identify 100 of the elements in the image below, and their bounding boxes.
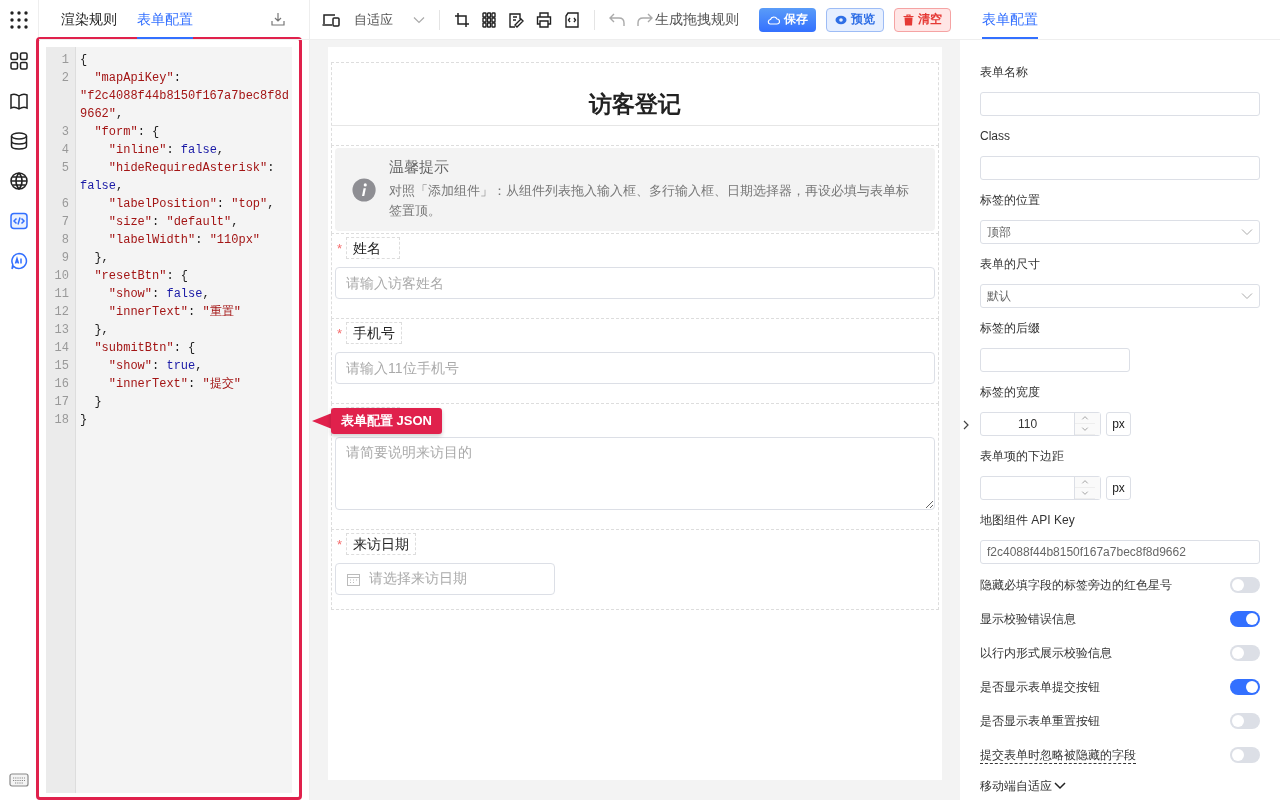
code-line: "innerText": "提交" — [107, 376, 242, 393]
select-field[interactable]: 顶部 — [980, 220, 1260, 244]
chevron-right-icon — [963, 419, 969, 430]
grid-icon[interactable] — [482, 11, 496, 28]
line-number: 11 — [46, 285, 76, 303]
text-field[interactable]: f2c4088f44b8150f167a7bec8f8d9662 — [980, 540, 1260, 564]
line-number: 1 — [46, 47, 76, 69]
unit-label: px — [1106, 412, 1131, 436]
code-line: "labelPosition": "top", — [107, 196, 276, 213]
download-icon[interactable] — [271, 12, 285, 27]
code-line: "inline": false, — [107, 142, 226, 159]
line-number: 2 — [46, 69, 76, 123]
code-line: "innerText": "重置" — [107, 304, 242, 321]
panel-tab[interactable]: 表单配置 — [982, 0, 1038, 39]
line-number: 15 — [46, 357, 76, 375]
globe-icon[interactable] — [9, 171, 29, 191]
line-number: 18 — [46, 411, 76, 429]
book-icon[interactable] — [9, 91, 29, 111]
collapse-toggle[interactable]: 移动端自适应 — [980, 776, 1066, 796]
required-asterisk: * — [336, 536, 344, 552]
redo-icon[interactable] — [637, 12, 653, 27]
apps-menu-icon[interactable] — [10, 11, 28, 29]
code-line: "submitBtn": { — [93, 340, 197, 357]
text-field[interactable] — [980, 92, 1260, 116]
text-field[interactable]: 请输入11位手机号 — [335, 352, 935, 384]
document-icon[interactable] — [564, 11, 580, 28]
generate-rules-button[interactable]: 生成拖拽规则 — [655, 10, 739, 29]
trash-icon — [903, 13, 914, 26]
text-area[interactable]: 请简要说明来访目的 — [335, 437, 935, 510]
printer-icon[interactable] — [536, 11, 552, 28]
crop-icon[interactable] — [454, 11, 470, 28]
chevron-down-icon — [1241, 292, 1253, 300]
code-line: "form": { — [93, 124, 161, 141]
panel-tab[interactable]: 渲染规则 — [61, 0, 117, 39]
chevron-down-icon — [1241, 228, 1253, 236]
panel-tab[interactable]: 表单配置 — [137, 0, 193, 39]
device-select[interactable]: 自适应 — [354, 10, 425, 29]
chevron-down-icon — [1054, 782, 1066, 790]
alert-description: 对照「添加组件」：从组件列表拖入输入框、多行输入框、日期选择器，再设必填与表单标签置顶。 — [389, 182, 911, 220]
line-number: 3 — [46, 123, 76, 141]
setting-label: 标签的宽度 — [980, 384, 1041, 401]
toggle-switch[interactable] — [1230, 679, 1260, 695]
toolbar-button[interactable]: 预览 — [826, 7, 884, 32]
line-number: 16 — [46, 375, 76, 393]
setting-label: 是否显示表单重置按钮 — [980, 712, 1100, 730]
keyboard-icon[interactable] — [9, 773, 29, 787]
info-icon — [352, 176, 377, 203]
toggle-switch[interactable] — [1230, 577, 1260, 593]
line-number: 10 — [46, 267, 76, 285]
code-line: "resetBtn": { — [93, 268, 190, 285]
components-icon[interactable] — [9, 51, 29, 71]
toggle-switch[interactable] — [1230, 713, 1260, 729]
setting-label: 提交表单时忽略被隐藏的字段 — [980, 746, 1136, 764]
setting-label: 隐藏必填字段的标签旁边的红色星号 — [980, 576, 1172, 594]
eye-icon — [835, 14, 847, 25]
devices-icon[interactable] — [322, 11, 340, 28]
undo-icon[interactable] — [609, 12, 625, 27]
code-line: } — [79, 412, 89, 429]
ai-icon[interactable] — [9, 251, 29, 271]
alert-title: 温馨提示 — [389, 158, 451, 177]
toolbar-button[interactable]: 清空 — [894, 7, 951, 32]
toolbar-button[interactable]: 保存 — [759, 7, 816, 32]
setting-label: 表单名称 — [980, 64, 1029, 81]
database-icon[interactable] — [9, 131, 29, 151]
setting-label: 地图组件 API Key — [980, 512, 1076, 529]
select-field[interactable]: 默认 — [980, 284, 1260, 308]
setting-label: 是否显示表单提交按钮 — [980, 678, 1100, 696]
code-line: "show": false, — [107, 286, 211, 303]
line-number: 6 — [46, 195, 76, 213]
calendar-icon — [347, 572, 360, 586]
toggle-switch[interactable] — [1230, 747, 1260, 763]
field-label: 姓名 — [346, 237, 400, 259]
code-line: "hideRequiredAsterisk": false, — [79, 160, 276, 195]
setting-label: 表单项的下边距 — [980, 448, 1065, 465]
text-field[interactable] — [980, 156, 1260, 180]
line-number: 4 — [46, 141, 76, 159]
required-asterisk: * — [336, 325, 344, 341]
code-line: }, — [93, 322, 110, 339]
toggle-switch[interactable] — [1230, 611, 1260, 627]
setting-label: 以行内形式展示校验信息 — [980, 644, 1112, 662]
line-number: 7 — [46, 213, 76, 231]
code-line: } — [93, 394, 103, 411]
line-number: 8 — [46, 231, 76, 249]
text-field[interactable]: 请输入访客姓名 — [335, 267, 935, 299]
line-number: 14 — [46, 339, 76, 357]
text-field[interactable] — [980, 348, 1130, 372]
unit-label: px — [1106, 476, 1131, 500]
code-icon[interactable] — [9, 211, 29, 231]
required-asterisk: * — [336, 240, 344, 256]
code-line: "mapApiKey": "f2c4088f44b8150f167a7bec8f8d9662", — [79, 70, 290, 123]
code-line: "size": "default", — [107, 214, 240, 231]
line-number: 17 — [46, 393, 76, 411]
code-line: }, — [93, 250, 110, 267]
toggle-switch[interactable] — [1230, 645, 1260, 661]
setting-label: 标签的后缀 — [980, 320, 1041, 337]
line-number: 5 — [46, 159, 76, 195]
line-number: 9 — [46, 249, 76, 267]
edit-icon[interactable] — [508, 11, 524, 28]
code-line: "labelWidth": "110px" — [107, 232, 262, 249]
field-label: 来访日期 — [346, 533, 416, 555]
